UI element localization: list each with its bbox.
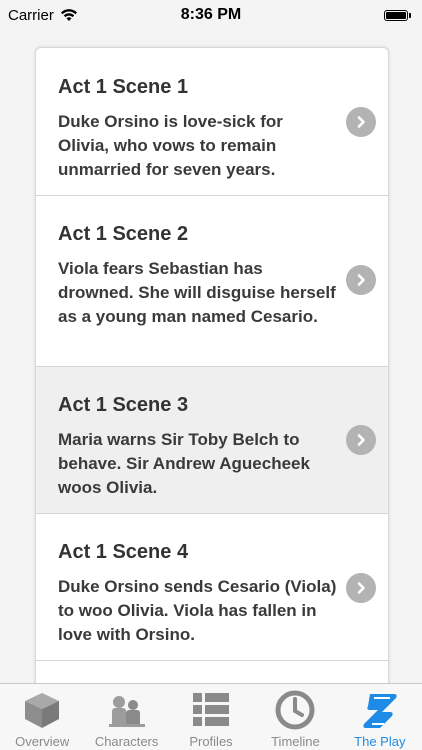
tab-overview[interactable]: Overview — [0, 684, 84, 750]
tab-label: Timeline — [271, 734, 320, 749]
scene-list: Act 1 Scene 1 Duke Orsino is love-sick f… — [35, 47, 389, 688]
carrier-label: Carrier — [8, 6, 54, 24]
scene-description: Duke Orsino sends Cesario (Viola) to woo… — [58, 577, 337, 644]
status-bar: Carrier 8:36 PM — [0, 0, 422, 30]
tab-label: Overview — [15, 734, 70, 749]
tab-the-play[interactable]: The Play — [338, 684, 422, 750]
scene-title: Act 1 Scene 4 — [58, 541, 189, 563]
scene-row[interactable]: Act 1 Scene 4 Duke Orsino sends Cesario … — [36, 514, 388, 661]
scene-detail-button[interactable] — [346, 425, 376, 455]
tab-profiles[interactable]: Profiles — [169, 684, 253, 750]
scene-row[interactable]: Act 1 Scene 3 Maria warns Sir Toby Belch… — [36, 367, 388, 514]
tab-label: The Play — [354, 734, 406, 749]
status-left: Carrier — [8, 7, 78, 24]
wifi-icon — [60, 9, 77, 21]
tab-timeline[interactable]: Timeline — [253, 684, 337, 750]
tab-label: Profiles — [189, 734, 233, 749]
list-icon — [189, 688, 233, 732]
chevron-right-icon — [357, 116, 365, 128]
scene-row[interactable]: Act 1 Scene 1 Duke Orsino is love-sick f… — [36, 48, 388, 196]
scene-title: Act 1 Scene 2 — [58, 223, 189, 245]
scene-description: Maria warns Sir Toby Belch to behave. Si… — [58, 430, 310, 497]
tab-characters[interactable]: Characters — [84, 684, 168, 750]
scene-description: Viola fears Sebastian has drowned. She w… — [58, 259, 336, 326]
chevron-right-icon — [357, 434, 365, 446]
scene-title: Act 1 Scene 1 — [58, 76, 189, 98]
tab-bar: Overview Characters Profiles Timeline Th… — [0, 683, 422, 750]
tab-label: Characters — [94, 734, 159, 749]
scene-detail-button[interactable] — [346, 265, 376, 295]
scene-detail-button[interactable] — [346, 573, 376, 603]
chevron-right-icon — [357, 274, 365, 286]
cube-icon — [20, 688, 64, 732]
scene-detail-button[interactable] — [346, 107, 376, 137]
scroll-icon — [358, 688, 402, 732]
scene-description: Duke Orsino is love-sick for Olivia, who… — [58, 112, 283, 179]
chevron-right-icon — [357, 582, 365, 594]
clock-icon — [273, 688, 317, 732]
scene-title: Act 1 Scene 3 — [58, 394, 189, 416]
battery-icon — [384, 8, 414, 22]
characters-icon — [105, 688, 149, 732]
scene-row[interactable]: Act 1 Scene 2 Viola fears Sebastian has … — [36, 196, 388, 367]
